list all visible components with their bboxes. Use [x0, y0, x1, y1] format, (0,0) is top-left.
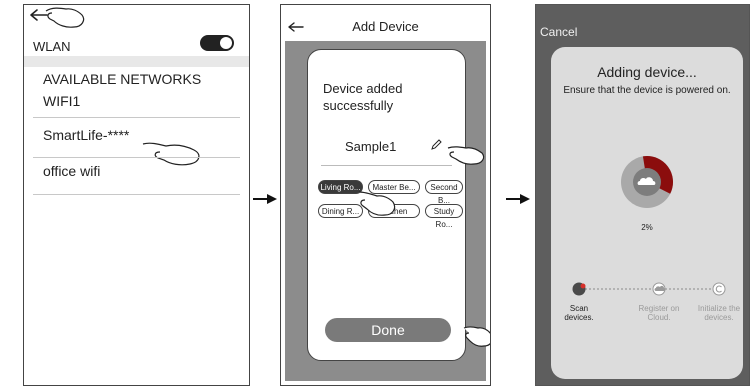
success-message: Device added successfully: [323, 80, 403, 114]
adding-device-screen: Cancel Adding device... Ensure that the …: [535, 4, 750, 386]
network-item-smartlife[interactable]: SmartLife-****: [43, 127, 129, 143]
flow-arrow-icon: [506, 194, 530, 204]
page-title: Add Device: [352, 19, 419, 34]
divider-bar: [24, 56, 249, 67]
steps-track: [572, 282, 726, 296]
step-label-register: Register on Cloud.: [634, 304, 684, 322]
device-name: Sample1: [345, 139, 397, 154]
flow-arrow-icon: [253, 194, 277, 204]
power-on-hint: Ensure that the device is powered on.: [563, 85, 731, 96]
edit-pencil-icon[interactable]: [430, 139, 442, 151]
room-chip-second-bedroom[interactable]: Second B...: [425, 180, 463, 205]
network-item-office[interactable]: office wifi: [43, 163, 100, 179]
pointing-hand-icon: [447, 146, 485, 165]
separator: [33, 194, 240, 195]
wlan-toggle[interactable]: [200, 35, 234, 51]
room-chip-study-room[interactable]: Study Ro...: [425, 204, 463, 229]
pointing-hand-icon: [358, 191, 396, 216]
progress-ring: [621, 155, 674, 208]
step-label-line: Scan: [569, 304, 589, 313]
step-initialize-icon: [712, 282, 726, 296]
step-active-marker: [580, 283, 586, 289]
step-label-line: devices.: [704, 313, 734, 322]
cancel-button[interactable]: Cancel: [540, 25, 577, 39]
step-label-line: devices.: [564, 313, 594, 322]
wlan-screen: WLAN AVAILABLE NETWORKS WIFI1 SmartLife-…: [23, 4, 250, 386]
available-networks-header: AVAILABLE NETWORKS: [43, 71, 202, 87]
pointing-hand-icon: [45, 7, 85, 28]
progress-card: Adding device... Ensure that the device …: [551, 47, 743, 379]
separator: [33, 117, 240, 118]
step-label-line: Register on: [638, 304, 680, 313]
adding-heading: Adding device...: [597, 64, 697, 80]
step-label-initialize: Initialize the devices.: [694, 304, 744, 322]
pointing-hand-icon: [142, 142, 200, 166]
progress-percent: 2%: [641, 223, 653, 232]
success-message-line1: Device added: [323, 81, 403, 96]
separator: [33, 157, 240, 158]
add-device-screen: Add Device Device added successfully Sam…: [280, 4, 491, 386]
done-button[interactable]: Done: [325, 318, 451, 342]
success-message-line2: successfully: [323, 98, 394, 113]
step-label-line: Cloud.: [647, 313, 671, 322]
step-label-scan: Scan devices.: [554, 304, 604, 322]
toggle-knob: [220, 37, 232, 49]
network-item-wifi1[interactable]: WIFI1: [43, 93, 80, 109]
name-underline: [321, 165, 452, 166]
pointing-hand-icon: [463, 326, 490, 347]
wlan-label: WLAN: [33, 39, 71, 54]
step-label-line: Initialize the: [697, 304, 741, 313]
